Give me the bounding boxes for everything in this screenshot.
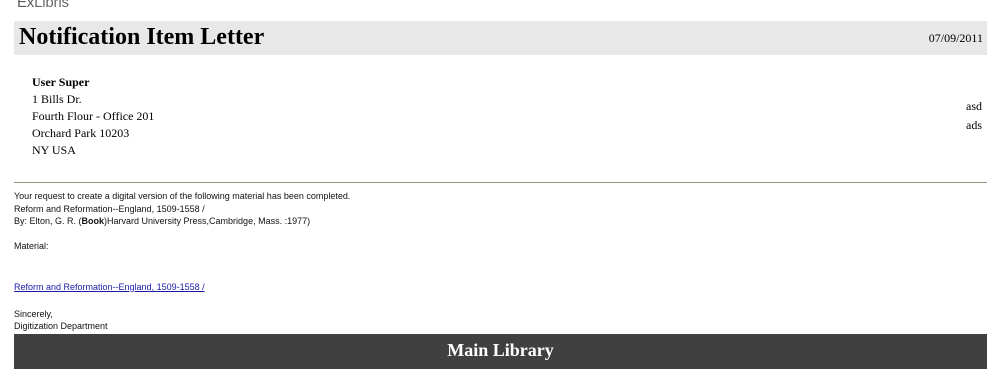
item-author-line: By: Elton, G. R. (Book)Harvard Universit… [14,215,974,228]
page-title: Notification Item Letter [19,24,265,50]
letter-date: 07/09/2011 [928,31,983,45]
address-line-4: NY USA [32,143,76,157]
address-line-3: Orchard Park 10203 [32,126,130,140]
side-note: ads [966,118,982,132]
closing-text: Sincerely, [14,308,53,319]
signature: Digitization Department [14,321,108,332]
library-name: Main Library [447,340,554,360]
recipient-address: User Super 1 Bills Dr. Fourth Flour - Of… [32,74,154,159]
by-prefix: By: Elton, G. R. ( [14,216,82,227]
logo-text-ex: Ex [17,0,35,11]
exlibris-logo: ExLibris [17,0,69,14]
logo-text-libris: Libris [34,0,69,11]
material-link[interactable]: Reform and Reformation--England, 1509-15… [14,282,205,292]
item-title: Reform and Reformation--England, 1509-15… [14,203,205,214]
letter-header: Notification Item Letter 07/09/2011 [14,21,987,55]
material-label: Material: [14,241,49,252]
item-type: Book [81,216,105,227]
address-line-1: 1 Bills Dr. [32,92,82,106]
library-footer: Main Library [14,334,987,369]
recipient-name: User Super [32,75,90,89]
address-line-2: Fourth Flour - Office 201 [32,109,155,123]
side-notes: asd ads [966,97,982,135]
intro-text: Your request to create a digital version… [14,191,351,201]
letter-body: Your request to create a digital version… [14,190,974,333]
by-suffix: )Harvard University Press,Cambridge, Mas… [104,216,311,227]
divider [14,182,987,183]
side-note: asd [966,99,982,113]
